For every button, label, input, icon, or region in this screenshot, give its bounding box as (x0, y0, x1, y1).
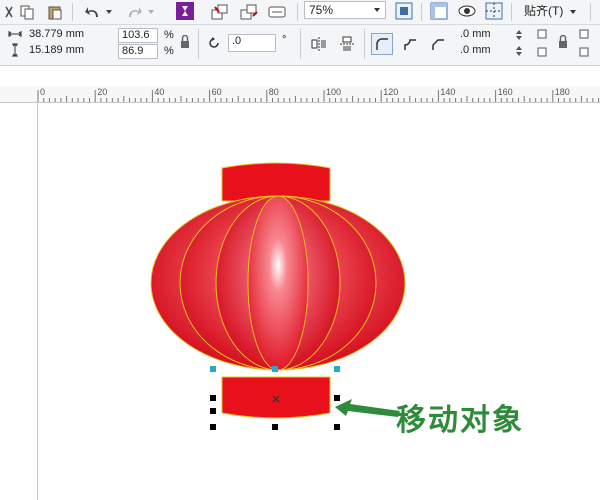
chevron-down-icon (373, 2, 381, 20)
node-handle[interactable] (210, 366, 216, 372)
mirror-horizontal-icon[interactable] (310, 35, 328, 53)
view-mode-icon[interactable] (458, 2, 476, 20)
ruler-label: 0 (40, 87, 45, 97)
show-guidelines-icon[interactable] (485, 2, 503, 20)
show-rulers-icon[interactable] (430, 2, 448, 20)
scale-y-percent: % (164, 45, 174, 57)
ruler-label: 120 (383, 87, 398, 97)
corner-selector-icon[interactable] (536, 28, 548, 40)
object-width-icon (8, 27, 22, 41)
paste-icon[interactable] (46, 3, 64, 21)
zoom-level-select[interactable]: 75% (304, 1, 386, 19)
copy-icon[interactable] (18, 3, 36, 21)
corner-selector-icon[interactable] (578, 46, 590, 58)
property-bar: 38.779 mm 15.189 mm 103.6 % 86.9 % .0 ° … (0, 25, 600, 66)
scale-x-field[interactable]: 103.6 (118, 28, 158, 43)
ruler-label: 80 (269, 87, 279, 97)
lock-corners-icon[interactable] (556, 35, 570, 49)
lantern-top-cap[interactable] (221, 162, 331, 202)
selection-handle[interactable] (210, 408, 216, 414)
scale-x-percent: % (164, 29, 174, 41)
redo-dropdown-icon[interactable] (146, 3, 156, 21)
toolbar-separator (72, 3, 73, 21)
chamfered-corner-icon[interactable] (429, 35, 447, 53)
selection-handle[interactable] (210, 395, 216, 401)
undo-dropdown-icon[interactable] (104, 3, 114, 21)
redo-icon[interactable] (125, 3, 143, 21)
horizontal-ruler[interactable]: 0 20 40 60 80 100 120 140 160 180 (0, 86, 600, 103)
object-height-icon (8, 43, 22, 57)
toolbar-separator (590, 3, 591, 21)
rotation-icon (206, 35, 222, 51)
ruler-label: 140 (440, 87, 455, 97)
mirror-vertical-icon[interactable] (338, 35, 356, 53)
corner-radius-top-field[interactable]: .0 mm (457, 28, 513, 43)
zoom-level-value: 75% (309, 3, 334, 17)
drawing-canvas[interactable]: 移动对象 (0, 103, 600, 500)
object-width-field[interactable]: 38.779 mm (26, 28, 114, 43)
property-separator (364, 29, 365, 59)
ruler-label: 180 (555, 87, 570, 97)
corner-selector-icon[interactable] (578, 28, 590, 40)
selection-handle[interactable] (334, 395, 340, 401)
snap-dropdown-icon[interactable] (568, 3, 578, 21)
lantern-bottom-cap[interactable] (221, 376, 331, 419)
ruler-label: 100 (326, 87, 341, 97)
cut-icon[interactable] (0, 3, 18, 21)
node-handle[interactable] (272, 366, 278, 372)
node-handle[interactable] (334, 366, 340, 372)
annotation-arrow-icon (335, 399, 400, 417)
degree-symbol: ° (282, 34, 287, 46)
round-corner-icon[interactable] (371, 33, 393, 55)
selection-handle[interactable] (334, 424, 340, 430)
ruler-label: 60 (212, 87, 222, 97)
rotation-angle-field[interactable]: .0 (228, 34, 276, 52)
selection-handle[interactable] (272, 424, 278, 430)
export-icon[interactable] (240, 3, 258, 21)
property-separator (198, 29, 199, 59)
property-separator (300, 29, 301, 59)
import-icon[interactable] (211, 3, 229, 21)
corel-connect-icon[interactable] (176, 2, 194, 20)
spinner-icon[interactable] (514, 28, 524, 42)
snap-to-menu[interactable]: 贴齐(T) (524, 5, 563, 18)
spinner-icon[interactable] (514, 44, 524, 58)
annotation-text: 移动对象 (396, 403, 524, 438)
selection-handle[interactable] (210, 424, 216, 430)
ruler-label: 160 (498, 87, 513, 97)
lock-ratio-icon[interactable] (178, 35, 192, 49)
scale-y-field[interactable]: 86.9 (118, 44, 158, 59)
ruler-label: 40 (154, 87, 164, 97)
toolbar-separator (511, 3, 512, 21)
full-screen-preview-icon[interactable] (395, 2, 413, 20)
lantern-drawing (150, 162, 406, 430)
toolbar-separator (297, 3, 298, 21)
toolbar-separator (421, 3, 422, 21)
ruler-ticks: 0 20 40 60 80 100 120 140 160 180 (37, 87, 600, 102)
undo-icon[interactable] (84, 3, 102, 21)
publish-pdf-icon[interactable] (268, 3, 286, 21)
corner-selector-icon[interactable] (536, 46, 548, 58)
lantern-rib (247, 195, 309, 371)
object-height-field[interactable]: 15.189 mm (26, 44, 114, 59)
corner-radius-bottom-field[interactable]: .0 mm (457, 44, 513, 59)
ruler-label: 20 (97, 87, 107, 97)
standard-toolbar: 75% 贴齐(T) (0, 0, 600, 25)
scalloped-corner-icon[interactable] (401, 35, 419, 53)
